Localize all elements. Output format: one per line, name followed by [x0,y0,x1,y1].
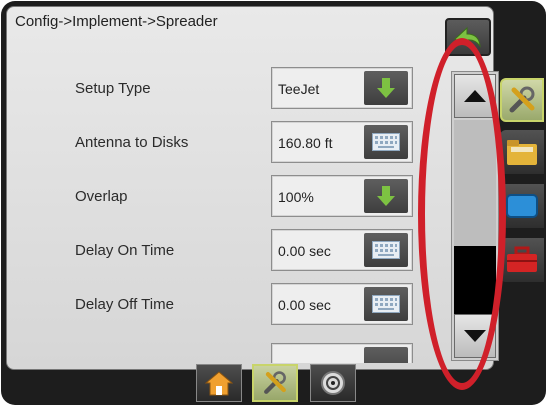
folder-icon [507,140,537,165]
keyboard-button[interactable] [364,125,408,159]
scroll-thumb[interactable] [454,246,496,314]
setting-row-delay-on-time: Delay On Time 0.00 sec [7,229,437,273]
tools-icon [509,86,535,113]
scroll-down-button[interactable] [454,314,496,358]
keyboard-icon [372,295,400,313]
setting-row-antenna-to-disks: Antenna to Disks 160.80 ft [7,121,437,165]
tools-icon [264,371,286,394]
dropdown-button[interactable] [364,71,408,105]
delay-off-time-field[interactable]: 0.00 sec [271,283,413,325]
clipped-field[interactable] [271,343,413,363]
keyboard-button[interactable] [364,287,408,321]
scroll-track[interactable] [454,120,496,314]
setting-label: Delay On Time [75,242,175,259]
side-tab-toolbox[interactable] [500,238,544,282]
side-tab-tools[interactable] [500,78,544,122]
setup-type-select[interactable]: TeeJet [271,67,413,109]
scroll-up-button[interactable] [454,74,496,118]
setting-row-overlap: Overlap 100% [7,175,437,219]
toolbox-icon [507,246,537,272]
setting-row-delay-off-time: Delay Off Time 0.00 sec [7,283,437,327]
arrow-down-icon [377,78,395,98]
antenna-to-disks-field[interactable]: 160.80 ft [271,121,413,163]
bottom-tab-home[interactable] [196,364,242,402]
setting-value: 100% [278,189,314,205]
keyboard-button[interactable] [364,347,408,363]
setting-value: 160.80 ft [278,135,333,151]
setting-label: Setup Type [75,80,151,97]
triangle-down-icon [464,330,486,342]
keyboard-button[interactable] [364,233,408,267]
keyboard-icon [372,133,400,151]
bottom-tab-gauge[interactable] [310,364,356,402]
setting-label: Antenna to Disks [75,134,189,151]
side-tab-folder[interactable] [500,130,544,174]
setting-row-setup-type: Setup Type TeeJet [7,67,437,111]
delay-on-time-field[interactable]: 0.00 sec [271,229,413,271]
setting-row-clipped [7,343,437,363]
setting-value: 0.00 sec [278,297,331,313]
side-tab-monitor[interactable] [500,184,544,228]
scrollbar[interactable] [451,71,499,361]
bottom-tab-tools[interactable] [252,364,298,402]
monitor-icon [506,194,538,218]
setting-value: 0.00 sec [278,243,331,259]
main-panel: Config->Implement->Spreader Setup Type T… [6,6,499,370]
overlap-select[interactable]: 100% [271,175,413,217]
home-icon [205,371,233,396]
dropdown-button[interactable] [364,179,408,213]
setting-value: TeeJet [278,81,320,97]
keyboard-icon [372,241,400,259]
setting-label: Delay Off Time [75,296,174,313]
arrow-down-icon [377,186,395,206]
setting-label: Overlap [75,188,128,205]
triangle-up-icon [464,90,486,102]
gauge-icon [321,371,345,395]
